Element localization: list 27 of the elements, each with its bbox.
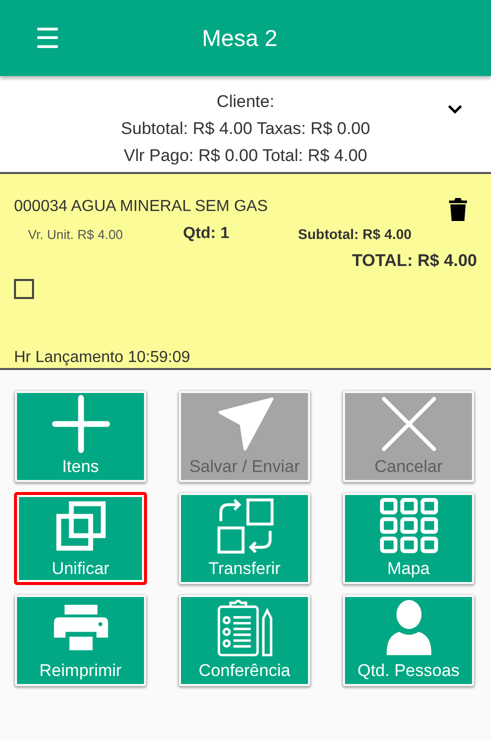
plus-icon (52, 395, 110, 453)
action-button[interactable]: Itens (14, 390, 147, 483)
chevron-icon[interactable] (447, 104, 463, 114)
action-button[interactable]: Transferir (178, 492, 311, 585)
action-button[interactable]: Mapa (342, 492, 475, 585)
checkbox[interactable] (14, 279, 34, 299)
item-subtotal: Subtotal: R$ 4.00 (298, 226, 412, 242)
trash-icon[interactable] (449, 198, 467, 221)
action-button[interactable]: Reimprimir (14, 594, 147, 687)
action-button[interactable]: Conferência (178, 594, 311, 687)
close-icon (380, 395, 438, 453)
summary-line: Cliente: (216, 91, 274, 113)
item-name: 000034 AGUA MINERAL SEM GAS (14, 198, 268, 216)
menu-button[interactable]: ☰ (35, 22, 95, 54)
clipboard-checklist-icon (216, 599, 274, 657)
item-total: TOTAL: R$ 4.00 (352, 251, 477, 271)
transfer-icon (216, 497, 274, 555)
quantity: Qtd: 1 (183, 225, 230, 243)
send-icon (216, 395, 274, 453)
action-button[interactable]: Unificar (14, 492, 147, 585)
grid-icon (380, 497, 438, 555)
unit-price: Vr. Unit. R$ 4.00 (28, 226, 124, 242)
launch-time: Hr Lançamento 10:59:09 (14, 349, 192, 368)
summary-line: Subtotal: R$ 4.00 Taxas: R$ 0.00 (120, 118, 370, 140)
action-button[interactable]: Qtd. Pessoas (342, 594, 475, 687)
page-title: Mesa 2 (202, 24, 278, 52)
summary-line: Vlr Pago: R$ 0.00 Total: R$ 4.00 (124, 145, 368, 167)
